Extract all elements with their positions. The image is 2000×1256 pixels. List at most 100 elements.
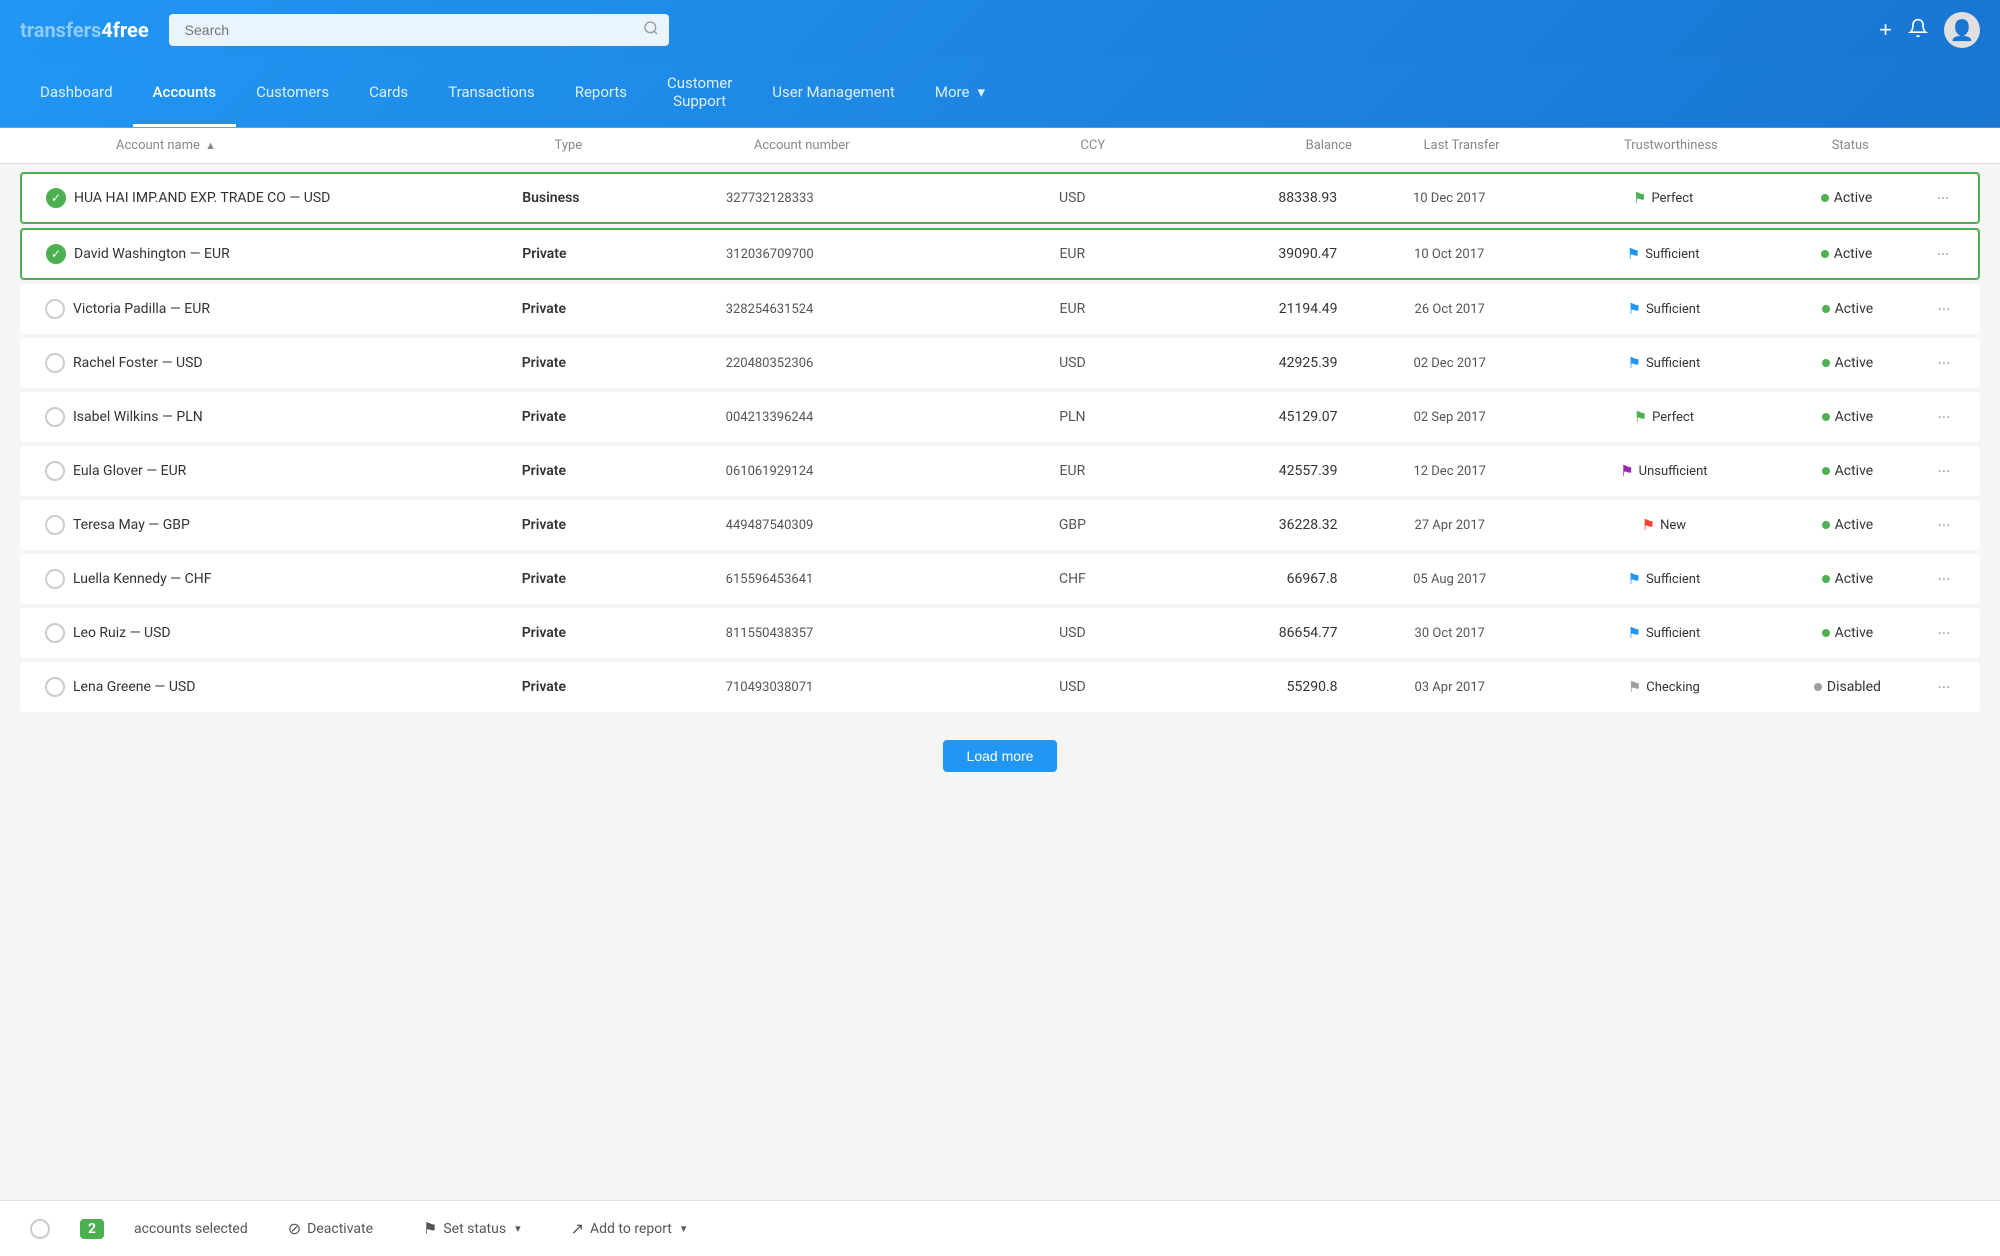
row-actions-button[interactable]: ··· — [1929, 462, 1959, 481]
account-last-transfer: 02 Sep 2017 — [1338, 410, 1562, 425]
account-number: 220480352306 — [726, 356, 1012, 371]
row-actions-button[interactable]: ··· — [1929, 678, 1959, 697]
nav-item-accounts[interactable]: Accounts — [133, 60, 237, 127]
table-row[interactable]: Teresa May — GBP Private 449487540309 GB… — [20, 500, 1980, 550]
checkbox-circle[interactable] — [45, 569, 65, 589]
col-header-name[interactable]: Account name ▲ — [116, 138, 555, 153]
row-checkbox[interactable] — [37, 515, 73, 535]
trust-label: Sufficient — [1645, 247, 1699, 262]
nav-item-reports[interactable]: Reports — [555, 60, 647, 127]
table-row[interactable]: ✓ HUA HAI IMP.AND EXP. TRADE CO — USD Bu… — [20, 172, 1980, 224]
nav-item-dashboard[interactable]: Dashboard — [20, 60, 133, 127]
row-checkbox[interactable] — [37, 461, 73, 481]
row-checkbox[interactable]: ✓ — [38, 244, 74, 264]
table-row[interactable]: ✓ David Washington — EUR Private 3120367… — [20, 228, 1980, 280]
nav-item-transactions[interactable]: Transactions — [428, 60, 555, 127]
status-label: Active — [1835, 409, 1874, 425]
row-actions-button[interactable]: ··· — [1928, 189, 1958, 208]
nav-item-customer-support[interactable]: CustomerSupport — [647, 60, 752, 127]
row-actions-button[interactable]: ··· — [1929, 516, 1959, 535]
load-more-button[interactable]: Load more — [943, 740, 1058, 772]
table-row[interactable]: Victoria Padilla — EUR Private 328254631… — [20, 284, 1980, 334]
account-name: Victoria Padilla — EUR — [73, 301, 522, 317]
nav-item-user-management[interactable]: User Management — [752, 60, 915, 127]
avatar[interactable]: 👤 — [1944, 12, 1980, 48]
status-label: Active — [1835, 517, 1874, 533]
checkbox-circle[interactable] — [45, 677, 65, 697]
account-balance: 55290.8 — [1134, 679, 1338, 695]
account-last-transfer: 12 Dec 2017 — [1338, 464, 1562, 479]
row-data: Luella Kennedy — CHF Private 61559645364… — [73, 570, 1959, 589]
row-checkbox[interactable] — [37, 569, 73, 589]
chart-icon: ↗ — [571, 1219, 584, 1238]
account-balance: 21194.49 — [1134, 301, 1338, 317]
trust-flag-icon: ⚑ — [1642, 516, 1655, 534]
checkbox-circle[interactable]: ✓ — [46, 188, 66, 208]
accounts-selected-label: accounts selected — [134, 1221, 248, 1237]
row-checkbox[interactable] — [37, 353, 73, 373]
account-number: 328254631524 — [726, 302, 1012, 317]
account-balance: 66967.8 — [1134, 571, 1338, 587]
trust-flag-icon: ⚑ — [1627, 624, 1640, 642]
status-dot — [1822, 575, 1830, 583]
bottom-select-all-checkbox[interactable] — [30, 1219, 50, 1239]
checkbox-circle[interactable] — [45, 461, 65, 481]
account-trustworthiness: ⚑ Perfect — [1561, 189, 1765, 207]
row-checkbox[interactable] — [37, 407, 73, 427]
nav-item-customers[interactable]: Customers — [236, 60, 349, 127]
row-data: Victoria Padilla — EUR Private 328254631… — [73, 300, 1959, 319]
row-actions-button[interactable]: ··· — [1929, 624, 1959, 643]
row-data: David Washington — EUR Private 312036709… — [74, 245, 1958, 264]
checkbox-circle[interactable] — [45, 299, 65, 319]
deactivate-button[interactable]: ⊘ Deactivate — [278, 1213, 383, 1244]
search-input[interactable] — [169, 14, 669, 46]
checkbox-circle[interactable]: ✓ — [46, 244, 66, 264]
row-data: Teresa May — GBP Private 449487540309 GB… — [73, 516, 1959, 535]
table-row[interactable]: Leo Ruiz — USD Private 811550438357 USD … — [20, 608, 1980, 658]
table-row[interactable]: Luella Kennedy — CHF Private 61559645364… — [20, 554, 1980, 604]
account-type: Private — [522, 301, 726, 317]
header: transfers4free + 👤 — [0, 0, 2000, 60]
nav-item-cards[interactable]: Cards — [349, 60, 428, 127]
checkbox-circle[interactable] — [45, 515, 65, 535]
row-checkbox[interactable] — [37, 299, 73, 319]
row-actions-button[interactable]: ··· — [1929, 408, 1959, 427]
set-status-button[interactable]: ⚑ Set status ▾ — [413, 1213, 531, 1244]
add-to-report-button[interactable]: ↗ Add to report ▾ — [561, 1213, 697, 1244]
navigation: Dashboard Accounts Customers Cards Trans… — [0, 60, 2000, 128]
logo[interactable]: transfers4free — [20, 18, 149, 42]
row-data: Rachel Foster — USD Private 220480352306… — [73, 354, 1959, 373]
row-actions-button[interactable]: ··· — [1929, 570, 1959, 589]
table-row[interactable]: Isabel Wilkins — PLN Private 00421339624… — [20, 392, 1980, 442]
row-actions-button[interactable]: ··· — [1929, 300, 1959, 319]
status-label: Active — [1834, 190, 1873, 206]
account-type: Private — [522, 463, 726, 479]
add-button[interactable]: + — [1879, 19, 1892, 41]
notifications-button[interactable] — [1908, 18, 1928, 43]
status-label: Active — [1835, 355, 1874, 371]
account-status: Active — [1766, 517, 1929, 533]
account-status: Active — [1766, 409, 1929, 425]
table-row[interactable]: Eula Glover — EUR Private 061061929124 E… — [20, 446, 1980, 496]
nav-item-more[interactable]: More ▾ — [915, 60, 1005, 127]
account-name: HUA HAI IMP.AND EXP. TRADE CO — USD — [74, 190, 522, 206]
row-actions-button[interactable]: ··· — [1928, 245, 1958, 264]
status-dot — [1822, 413, 1830, 421]
row-checkbox[interactable]: ✓ — [38, 188, 74, 208]
checkbox-circle[interactable] — [45, 353, 65, 373]
status-label: Active — [1835, 625, 1874, 641]
checkbox-circle[interactable] — [45, 407, 65, 427]
account-balance: 86654.77 — [1134, 625, 1338, 641]
account-name: Lena Greene — USD — [73, 679, 522, 695]
row-actions-button[interactable]: ··· — [1929, 354, 1959, 373]
row-checkbox[interactable] — [37, 677, 73, 697]
row-checkbox[interactable] — [37, 623, 73, 643]
account-number: 327732128333 — [726, 191, 1011, 206]
trust-label: Unsufficient — [1639, 464, 1708, 479]
search-icon — [643, 20, 659, 40]
trust-flag-icon: ⚑ — [1628, 678, 1641, 696]
table-row[interactable]: Rachel Foster — USD Private 220480352306… — [20, 338, 1980, 388]
table-row[interactable]: Lena Greene — USD Private 710493038071 U… — [20, 662, 1980, 712]
checkbox-circle[interactable] — [45, 623, 65, 643]
account-ccy: GBP — [1011, 517, 1133, 533]
